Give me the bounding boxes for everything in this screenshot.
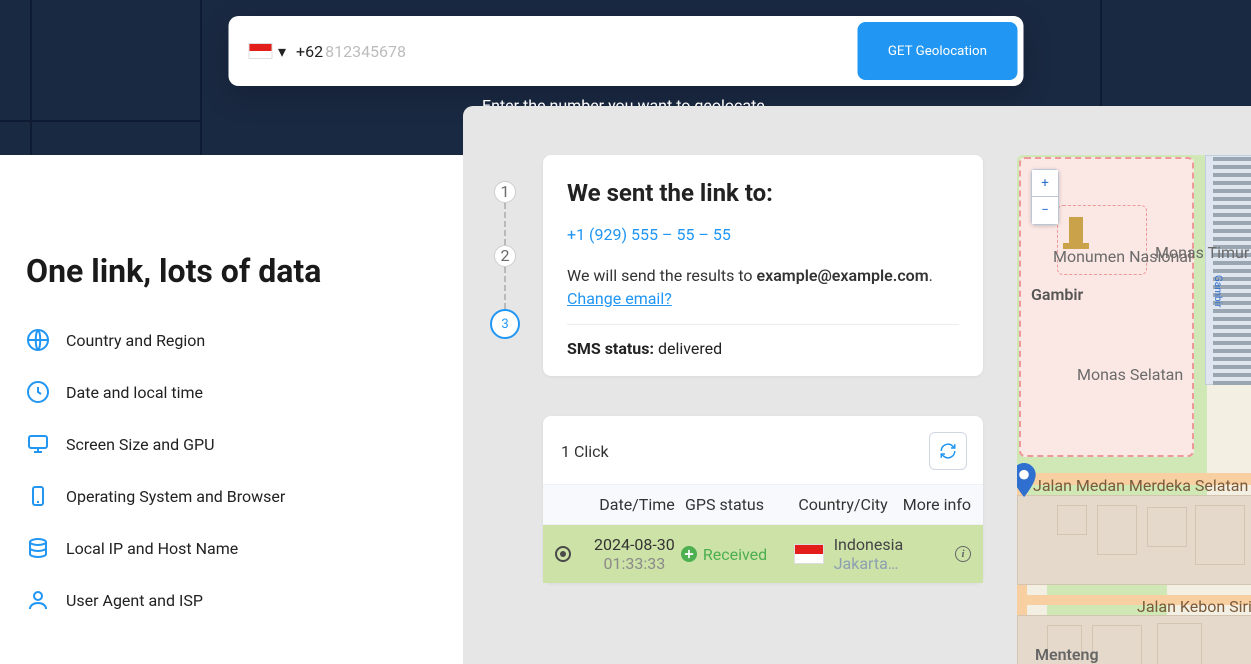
- map-zoom: + −: [1031, 169, 1059, 225]
- info-icon[interactable]: [955, 546, 971, 562]
- phone-input-bar[interactable]: ▾ +62 812345678 GET Geolocation: [228, 16, 1023, 86]
- click-row[interactable]: 2024-08-30 01:33:33 Received Indonesia J…: [543, 525, 983, 583]
- database-icon: [26, 536, 50, 560]
- step-1[interactable]: 1: [494, 181, 516, 203]
- gps-received-icon: [681, 546, 697, 562]
- feature-country: Country and Region: [26, 328, 426, 352]
- search-wrap: ▾ +62 812345678 GET Geolocation Enter th…: [228, 16, 1023, 115]
- clicks-card: 1 Click Date/Time GPS status Country/Cit…: [543, 416, 983, 583]
- feature-date: Date and local time: [26, 380, 426, 404]
- dial-code: +62: [296, 42, 323, 61]
- flag-indonesia-icon: [794, 544, 824, 564]
- zoom-in-button[interactable]: +: [1031, 169, 1059, 197]
- refresh-button[interactable]: [929, 432, 967, 470]
- clicks-title: 1 Click: [561, 442, 609, 461]
- feature-os: Operating System and Browser: [26, 484, 426, 508]
- refresh-icon: [939, 442, 957, 460]
- feature-ip: Local IP and Host Name: [26, 536, 426, 560]
- zoom-out-button[interactable]: −: [1031, 197, 1059, 225]
- stepper: 1 2 3: [485, 181, 525, 339]
- smartphone-icon: [26, 484, 50, 508]
- sent-card: We sent the link to: +1 (929) 555 – 55 –…: [543, 155, 983, 376]
- monitor-icon: [26, 432, 50, 456]
- monument-icon: [1069, 217, 1083, 245]
- clock-icon: [26, 380, 50, 404]
- features-title: One link, lots of data: [26, 252, 426, 290]
- chevron-down-icon[interactable]: ▾: [278, 42, 286, 61]
- step-3[interactable]: 3: [490, 309, 520, 339]
- map-pin-icon: [1017, 463, 1037, 489]
- clicks-header: Date/Time GPS status Country/City More i…: [543, 484, 983, 525]
- user-icon: [26, 588, 50, 612]
- result-panel: 1 2 3 We sent the link to: +1 (929) 555 …: [463, 106, 1251, 664]
- get-geolocation-button[interactable]: GET Geolocation: [858, 22, 1017, 80]
- sms-status: SMS status: delivered: [567, 339, 959, 358]
- globe-icon: [26, 328, 50, 352]
- features-section: One link, lots of data Country and Regio…: [26, 252, 426, 640]
- change-email-link[interactable]: Change email?: [567, 289, 672, 308]
- feature-screen: Screen Size and GPU: [26, 432, 426, 456]
- sent-title: We sent the link to:: [567, 179, 959, 207]
- flag-indonesia-icon: [248, 43, 272, 59]
- map[interactable]: Jalan Medan Merdeka Selatan Jalan Kebon …: [1017, 155, 1251, 664]
- phone-placeholder: 812345678: [325, 42, 406, 61]
- sent-subtext: We will send the results to example@exam…: [567, 266, 959, 285]
- row-radio[interactable]: [555, 546, 571, 562]
- feature-ua: User Agent and ISP: [26, 588, 426, 612]
- sent-phone: +1 (929) 555 – 55 – 55: [567, 225, 959, 244]
- step-2[interactable]: 2: [494, 245, 516, 267]
